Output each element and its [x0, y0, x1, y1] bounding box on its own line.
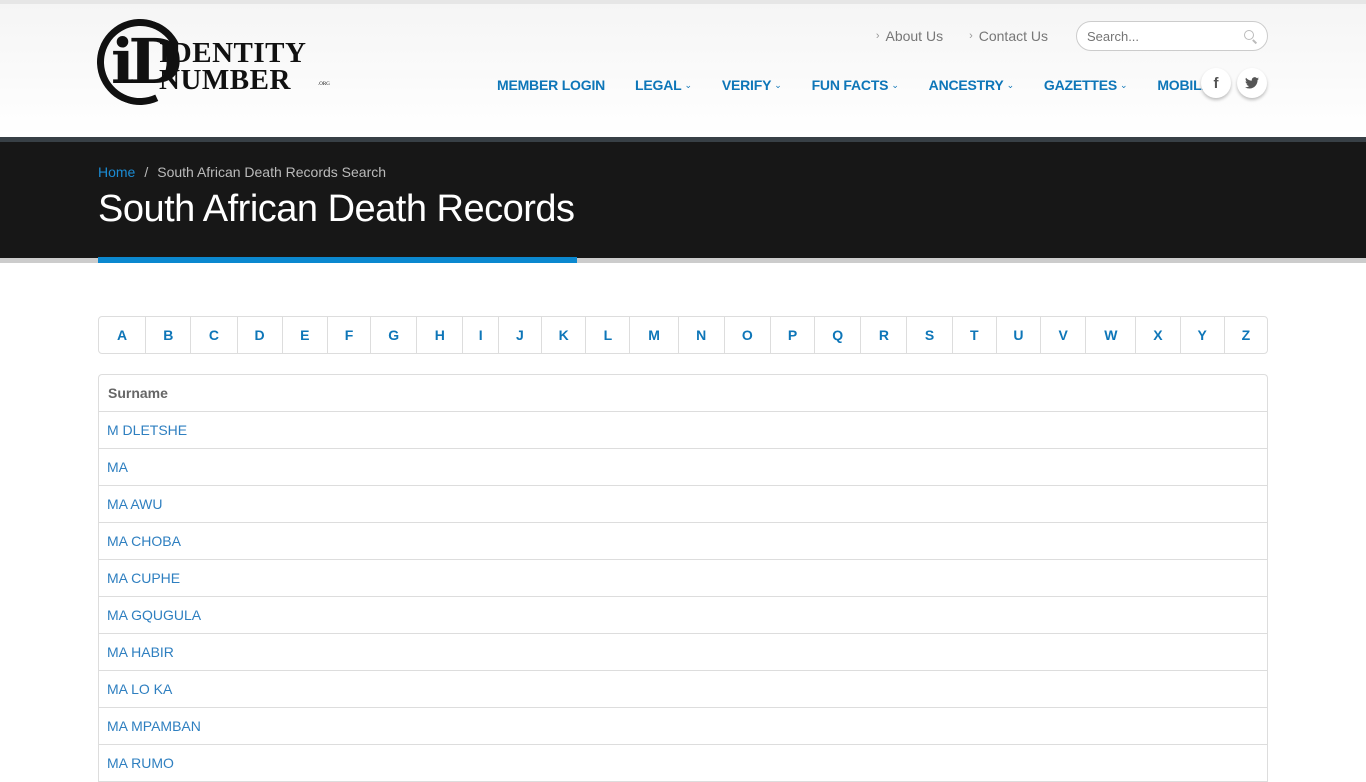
page-banner: Home / South African Death Records Searc… — [0, 137, 1366, 258]
letter-i[interactable]: I — [463, 317, 499, 353]
table-row: MA — [99, 449, 1267, 486]
letter-o[interactable]: O — [725, 317, 771, 353]
main-nav: MEMBER LOGIN LEGAL ⌄ VERIFY ⌄ FUN FACTS ⌄ A… — [497, 77, 1211, 93]
letter-g[interactable]: G — [371, 317, 418, 353]
breadcrumb-current: South African Death Records Search — [157, 164, 387, 180]
nav-member-login[interactable]: MEMBER LOGIN — [497, 77, 605, 93]
chevron-down-icon: ⌄ — [891, 79, 899, 90]
surname-link[interactable]: MA CUPHE — [107, 570, 180, 586]
nav-label: GAZETTES — [1043, 77, 1117, 93]
letter-j[interactable]: J — [499, 317, 543, 353]
letter-p[interactable]: P — [771, 317, 816, 353]
table-row: MA MPAMBAN — [99, 708, 1267, 745]
table-row: MA RUMO — [99, 745, 1267, 782]
nav-fun-facts[interactable]: FUN FACTS ⌄ — [812, 77, 899, 93]
top-links: › About Us › Contact Us — [876, 28, 1048, 44]
surname-link[interactable]: MA RUMO — [107, 755, 174, 771]
title-accent-bar — [98, 257, 577, 263]
search-input[interactable] — [1087, 28, 1237, 44]
nav-gazettes[interactable]: GAZETTES ⌄ — [1043, 77, 1128, 93]
letter-e[interactable]: E — [283, 317, 328, 353]
letter-v[interactable]: V — [1041, 317, 1087, 353]
letter-w[interactable]: W — [1086, 317, 1137, 353]
table-row: MA AWU — [99, 486, 1267, 523]
nav-legal[interactable]: LEGAL ⌄ — [635, 77, 692, 93]
site-logo[interactable]: iD IDENTITY NUMBER .ORG — [84, 6, 337, 118]
surname-link[interactable]: M DLETSHE — [107, 422, 187, 438]
letter-x[interactable]: X — [1136, 317, 1181, 353]
breadcrumb: Home / South African Death Records Searc… — [98, 164, 386, 180]
nav-label: FUN FACTS — [811, 77, 889, 93]
letter-l[interactable]: L — [586, 317, 631, 353]
table-row: MA LO KA — [99, 671, 1267, 708]
about-us-link[interactable]: › About Us — [876, 28, 943, 44]
chevron-right-icon: › — [969, 30, 973, 42]
letter-y[interactable]: Y — [1181, 317, 1225, 353]
surname-link[interactable]: MA AWU — [107, 496, 163, 512]
alphabet-filter: ABCDEFGHIJKLMNOPQRSTUVWXYZ — [98, 316, 1268, 354]
table-row: MA CUPHE — [99, 560, 1267, 597]
letter-n[interactable]: N — [679, 317, 725, 353]
letter-b[interactable]: B — [146, 317, 192, 353]
about-us-label: About Us — [885, 28, 944, 44]
letter-u[interactable]: U — [997, 317, 1042, 353]
search-box — [1076, 21, 1268, 51]
logo-suffix: .ORG — [318, 82, 330, 87]
table-row: MA HABIR — [99, 634, 1267, 671]
chevron-down-icon: ⌄ — [1119, 79, 1128, 90]
logo-line-1: IDENTITY — [159, 37, 307, 69]
letter-c[interactable]: C — [191, 317, 238, 353]
letter-z[interactable]: Z — [1225, 317, 1267, 353]
table-row: MA GQUGULA — [99, 597, 1267, 634]
letter-k[interactable]: K — [542, 317, 587, 353]
surname-link[interactable]: MA MPAMBAN — [107, 718, 201, 734]
letter-a[interactable]: A — [99, 317, 147, 353]
logo-line-2: NUMBER — [159, 64, 291, 96]
facebook-icon[interactable]: f — [1201, 68, 1231, 98]
letter-q[interactable]: Q — [815, 317, 862, 353]
nav-label: ANCESTRY — [928, 77, 1004, 93]
surname-table: Surname M DLETSHE MA MA AWU MA CHOBA MA CUPH… — [98, 374, 1268, 782]
nav-ancestry[interactable]: ANCESTRY ⌄ — [929, 77, 1014, 93]
site-header: iD IDENTITY NUMBER .ORG › About Us › Con… — [0, 4, 1366, 137]
contact-us-link[interactable]: › Contact Us — [969, 28, 1048, 44]
letter-m[interactable]: M — [630, 317, 679, 353]
social-links: f — [1201, 68, 1267, 98]
nav-verify[interactable]: VERIFY ⌄ — [722, 77, 782, 93]
breadcrumb-separator: / — [144, 164, 149, 180]
surname-link[interactable]: MA GQUGULA — [107, 607, 201, 623]
letter-r[interactable]: R — [861, 317, 908, 353]
chevron-right-icon: › — [875, 30, 880, 42]
surname-link[interactable]: MA CHOBA — [107, 533, 181, 549]
surname-link[interactable]: MA — [107, 459, 128, 475]
nav-label: LEGAL — [635, 77, 682, 93]
letter-s[interactable]: S — [907, 317, 953, 353]
chevron-down-icon: ⌄ — [774, 79, 782, 90]
twitter-icon[interactable] — [1237, 68, 1267, 98]
chevron-down-icon: ⌄ — [1006, 79, 1015, 90]
surname-link[interactable]: MA HABIR — [107, 644, 174, 660]
table-body: M DLETSHE MA MA AWU MA CHOBA MA CUPHE MA GQUG… — [99, 412, 1267, 782]
letter-f[interactable]: F — [328, 317, 372, 353]
banner-underline — [0, 257, 1366, 263]
nav-label: MEMBER LOGIN — [497, 77, 606, 93]
page-title: South African Death Records — [98, 188, 575, 230]
table-row: MA CHOBA — [99, 523, 1267, 560]
search-icon[interactable] — [1244, 29, 1257, 43]
contact-us-label: Contact Us — [978, 28, 1048, 44]
table-header-surname: Surname — [99, 375, 1267, 412]
breadcrumb-home[interactable]: Home — [98, 164, 135, 180]
surname-link[interactable]: MA LO KA — [107, 681, 172, 697]
nav-label: VERIFY — [721, 77, 772, 93]
letter-h[interactable]: H — [417, 317, 464, 353]
letter-t[interactable]: T — [953, 317, 997, 353]
letter-d[interactable]: D — [238, 317, 283, 353]
table-row: M DLETSHE — [99, 412, 1267, 449]
chevron-down-icon: ⌄ — [684, 79, 693, 90]
